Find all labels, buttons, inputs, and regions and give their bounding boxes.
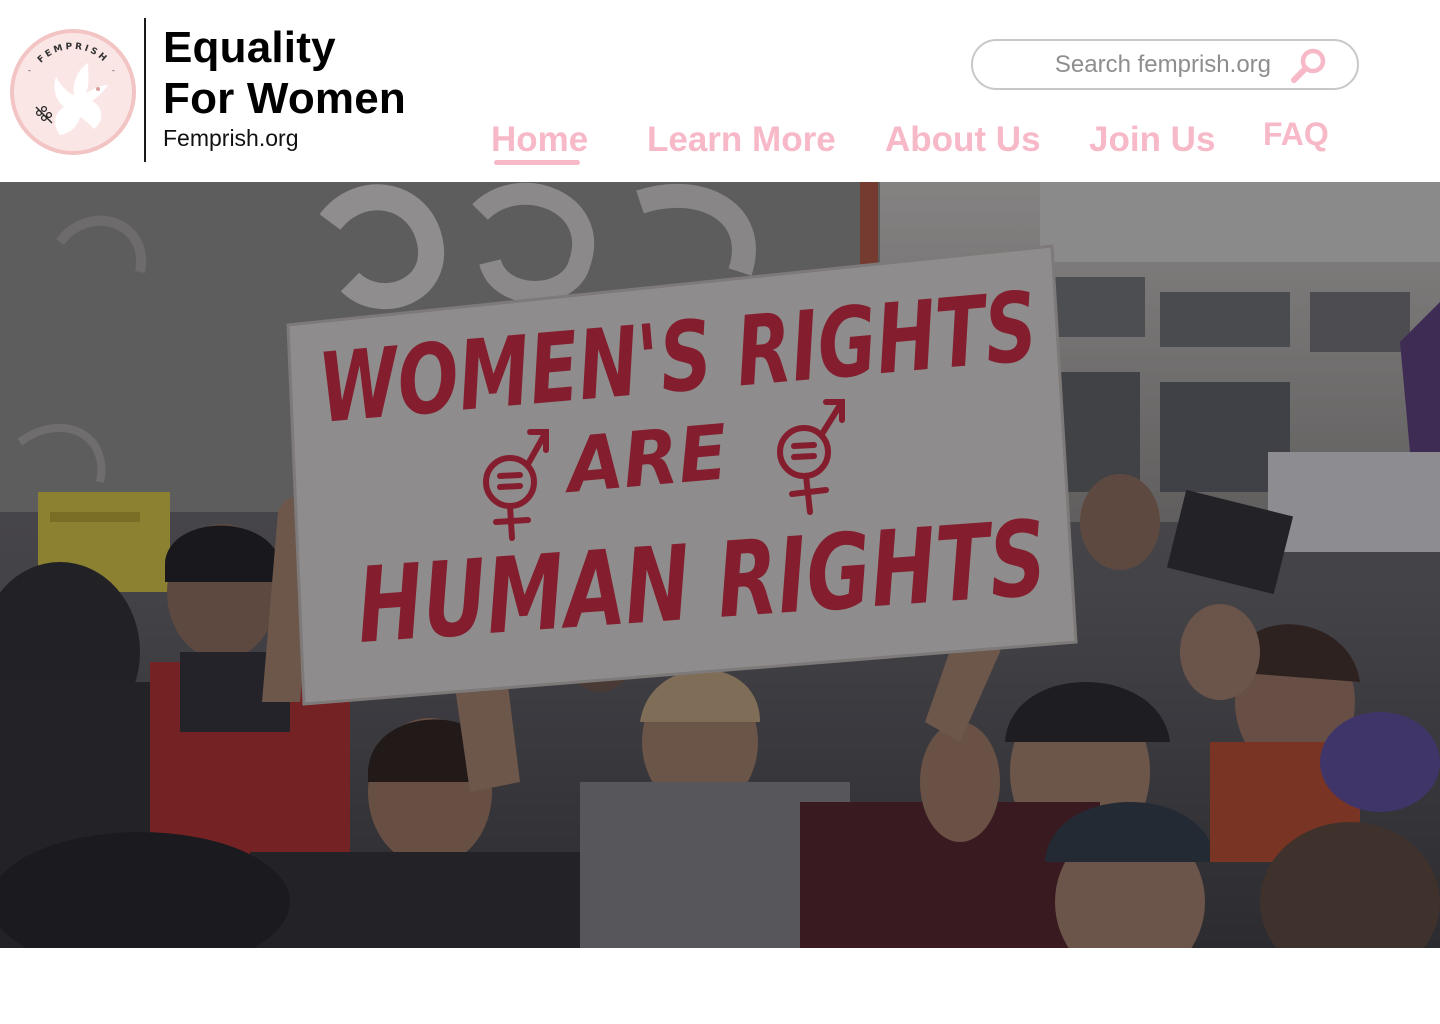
nav-about-us[interactable]: About Us: [885, 120, 1041, 160]
nav-learn-more[interactable]: Learn More: [647, 120, 836, 160]
nav-faq[interactable]: FAQ: [1263, 116, 1329, 153]
svg-text:-: -: [112, 66, 115, 75]
search-button[interactable]: [1289, 47, 1329, 85]
hero-image: WOMEN'S RIGHTS ARE HUMAN RIGHTS: [0, 182, 1440, 948]
protest-sign: WOMEN'S RIGHTS ARE HUMAN RIGHTS: [286, 244, 1078, 706]
site-header: FEMPRISH - - Equality For Women Femprish…: [0, 0, 1440, 182]
sign-line-2: ARE: [559, 407, 731, 510]
search-bar: [971, 39, 1359, 90]
search-input[interactable]: [993, 48, 1271, 82]
svg-text:-: -: [28, 66, 31, 75]
nav-home[interactable]: Home: [491, 120, 588, 160]
site-domain: Femprish.org: [163, 125, 299, 151]
site-title: Equality For Women: [163, 23, 406, 123]
femprish-logo[interactable]: FEMPRISH - -: [8, 27, 138, 157]
nav-active-indicator: [494, 160, 580, 165]
search-icon: [1291, 48, 1326, 83]
brand-divider: [144, 18, 146, 162]
nav-join-us[interactable]: Join Us: [1089, 120, 1215, 160]
